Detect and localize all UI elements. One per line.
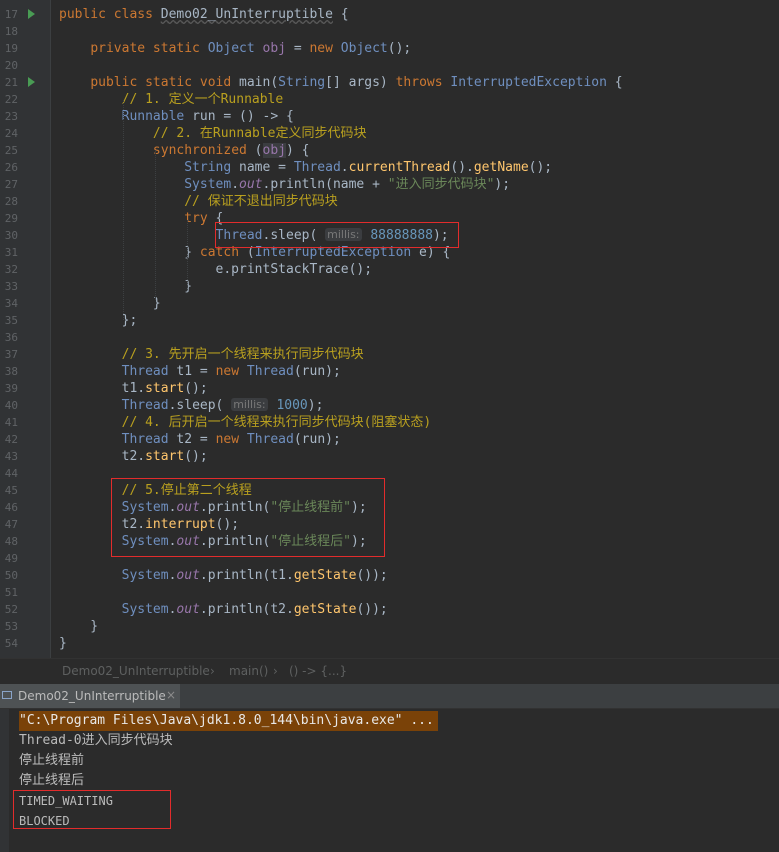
line-number: 17 — [4, 8, 18, 21]
code-line[interactable]: // 4. 后开启一个线程来执行同步代码块(阻塞状态) — [59, 414, 432, 431]
line-number: 18 — [4, 25, 18, 38]
code-line[interactable]: } — [59, 295, 161, 312]
breadcrumb-separator: › — [210, 664, 215, 678]
breadcrumb-class[interactable]: Demo02_UnInterruptible — [62, 664, 210, 678]
run-gutter-icon[interactable] — [28, 9, 35, 19]
breadcrumb-method[interactable]: main() — [229, 664, 268, 678]
breadcrumb: Demo02_UnInterruptible › main() › () -> … — [0, 658, 779, 684]
code-line[interactable]: System.out.println(t2.getState()); — [59, 601, 388, 618]
code-line[interactable]: public class Demo02_UnInterruptible { — [59, 6, 349, 23]
highlight-box-states — [13, 790, 171, 829]
gutter-separator — [50, 0, 51, 658]
run-tab[interactable]: Demo02_UnInterruptible × — [0, 684, 180, 708]
line-number: 52 — [4, 603, 18, 616]
code-line[interactable]: String name = Thread.currentThread().get… — [59, 159, 552, 176]
console-line-command: "C:\Program Files\Java\jdk1.8.0_144\bin\… — [19, 711, 438, 731]
code-line[interactable]: // 保证不退出同步代码块 — [59, 193, 337, 210]
breadcrumb-separator: › — [273, 664, 278, 678]
line-number: 22 — [4, 93, 18, 106]
line-number: 49 — [4, 552, 18, 565]
run-tab-label: Demo02_UnInterruptible — [18, 689, 166, 703]
run-gutter-icon[interactable] — [28, 77, 35, 87]
code-line[interactable]: try { — [59, 210, 223, 227]
line-number: 23 — [4, 110, 18, 123]
code-line[interactable]: t1.start(); — [59, 380, 208, 397]
indent-guide — [187, 220, 188, 290]
code-line[interactable]: } — [59, 278, 192, 295]
line-number: 40 — [4, 399, 18, 412]
line-number: 32 — [4, 263, 18, 276]
line-number: 29 — [4, 212, 18, 225]
line-number: 43 — [4, 450, 18, 463]
line-number: 20 — [4, 59, 18, 72]
code-line[interactable]: // 2. 在Runnable定义同步代码块 — [59, 125, 367, 142]
indent-guide — [155, 150, 156, 300]
code-line[interactable]: Runnable run = () -> { — [59, 108, 294, 125]
line-number: 25 — [4, 144, 18, 157]
line-number: 37 — [4, 348, 18, 361]
code-line[interactable]: synchronized (obj) { — [59, 142, 309, 159]
line-number: 35 — [4, 314, 18, 327]
console-line: Thread-0进入同步代码块 — [19, 733, 173, 748]
highlight-box-interrupt — [111, 478, 385, 557]
line-number: 45 — [4, 484, 18, 497]
line-number: 28 — [4, 195, 18, 208]
code-line[interactable]: Thread.sleep( millis: 1000); — [59, 397, 323, 414]
code-line[interactable]: System.out.println(t1.getState()); — [59, 567, 388, 584]
line-number: 24 — [4, 127, 18, 140]
code-line[interactable]: // 1. 定义一个Runnable — [59, 91, 284, 108]
line-number: 38 — [4, 365, 18, 378]
line-number: 36 — [4, 331, 18, 344]
line-number: 48 — [4, 535, 18, 548]
code-line[interactable]: }; — [59, 312, 138, 329]
code-line[interactable]: } — [59, 635, 67, 652]
line-number: 53 — [4, 620, 18, 633]
line-number: 41 — [4, 416, 18, 429]
line-number: 54 — [4, 637, 18, 650]
console-line: 停止线程前 — [19, 753, 85, 768]
code-line[interactable]: public static void main(String[] args) t… — [59, 74, 622, 91]
run-tool-window-tabs: Demo02_UnInterruptible × — [0, 684, 779, 709]
code-line[interactable]: } — [59, 618, 98, 635]
line-number: 50 — [4, 569, 18, 582]
console-output[interactable]: "C:\Program Files\Java\jdk1.8.0_144\bin\… — [0, 709, 779, 852]
breadcrumb-lambda[interactable]: () -> {...} — [289, 664, 347, 678]
code-line[interactable]: Thread t2 = new Thread(run); — [59, 431, 341, 448]
line-number: 21 — [4, 76, 18, 89]
line-number: 46 — [4, 501, 18, 514]
line-number: 47 — [4, 518, 18, 531]
code-line[interactable]: e.printStackTrace(); — [59, 261, 373, 278]
line-number: 34 — [4, 297, 18, 310]
code-line[interactable]: // 3. 先开启一个线程来执行同步代码块 — [59, 346, 364, 363]
line-number: 51 — [4, 586, 18, 599]
line-number: 19 — [4, 42, 18, 55]
line-number: 26 — [4, 161, 18, 174]
line-number: 33 — [4, 280, 18, 293]
indent-guide — [123, 100, 124, 320]
code-line[interactable]: t2.start(); — [59, 448, 208, 465]
line-number: 42 — [4, 433, 18, 446]
line-number: 31 — [4, 246, 18, 259]
code-line[interactable]: private static Object obj = new Object()… — [59, 40, 411, 57]
console-toolbar — [0, 709, 9, 852]
code-line[interactable]: Thread t1 = new Thread(run); — [59, 363, 341, 380]
close-icon[interactable]: × — [166, 688, 176, 702]
line-number: 30 — [4, 229, 18, 242]
highlight-box-sleep — [215, 222, 459, 248]
line-number: 27 — [4, 178, 18, 191]
console-icon — [2, 691, 12, 699]
console-line: 停止线程后 — [19, 773, 85, 788]
line-number: 39 — [4, 382, 18, 395]
line-number: 44 — [4, 467, 18, 480]
code-line[interactable]: System.out.println(name + "进入同步代码块"); — [59, 176, 510, 193]
code-editor[interactable]: public class Demo02_UnInterruptible { pr… — [0, 0, 779, 658]
